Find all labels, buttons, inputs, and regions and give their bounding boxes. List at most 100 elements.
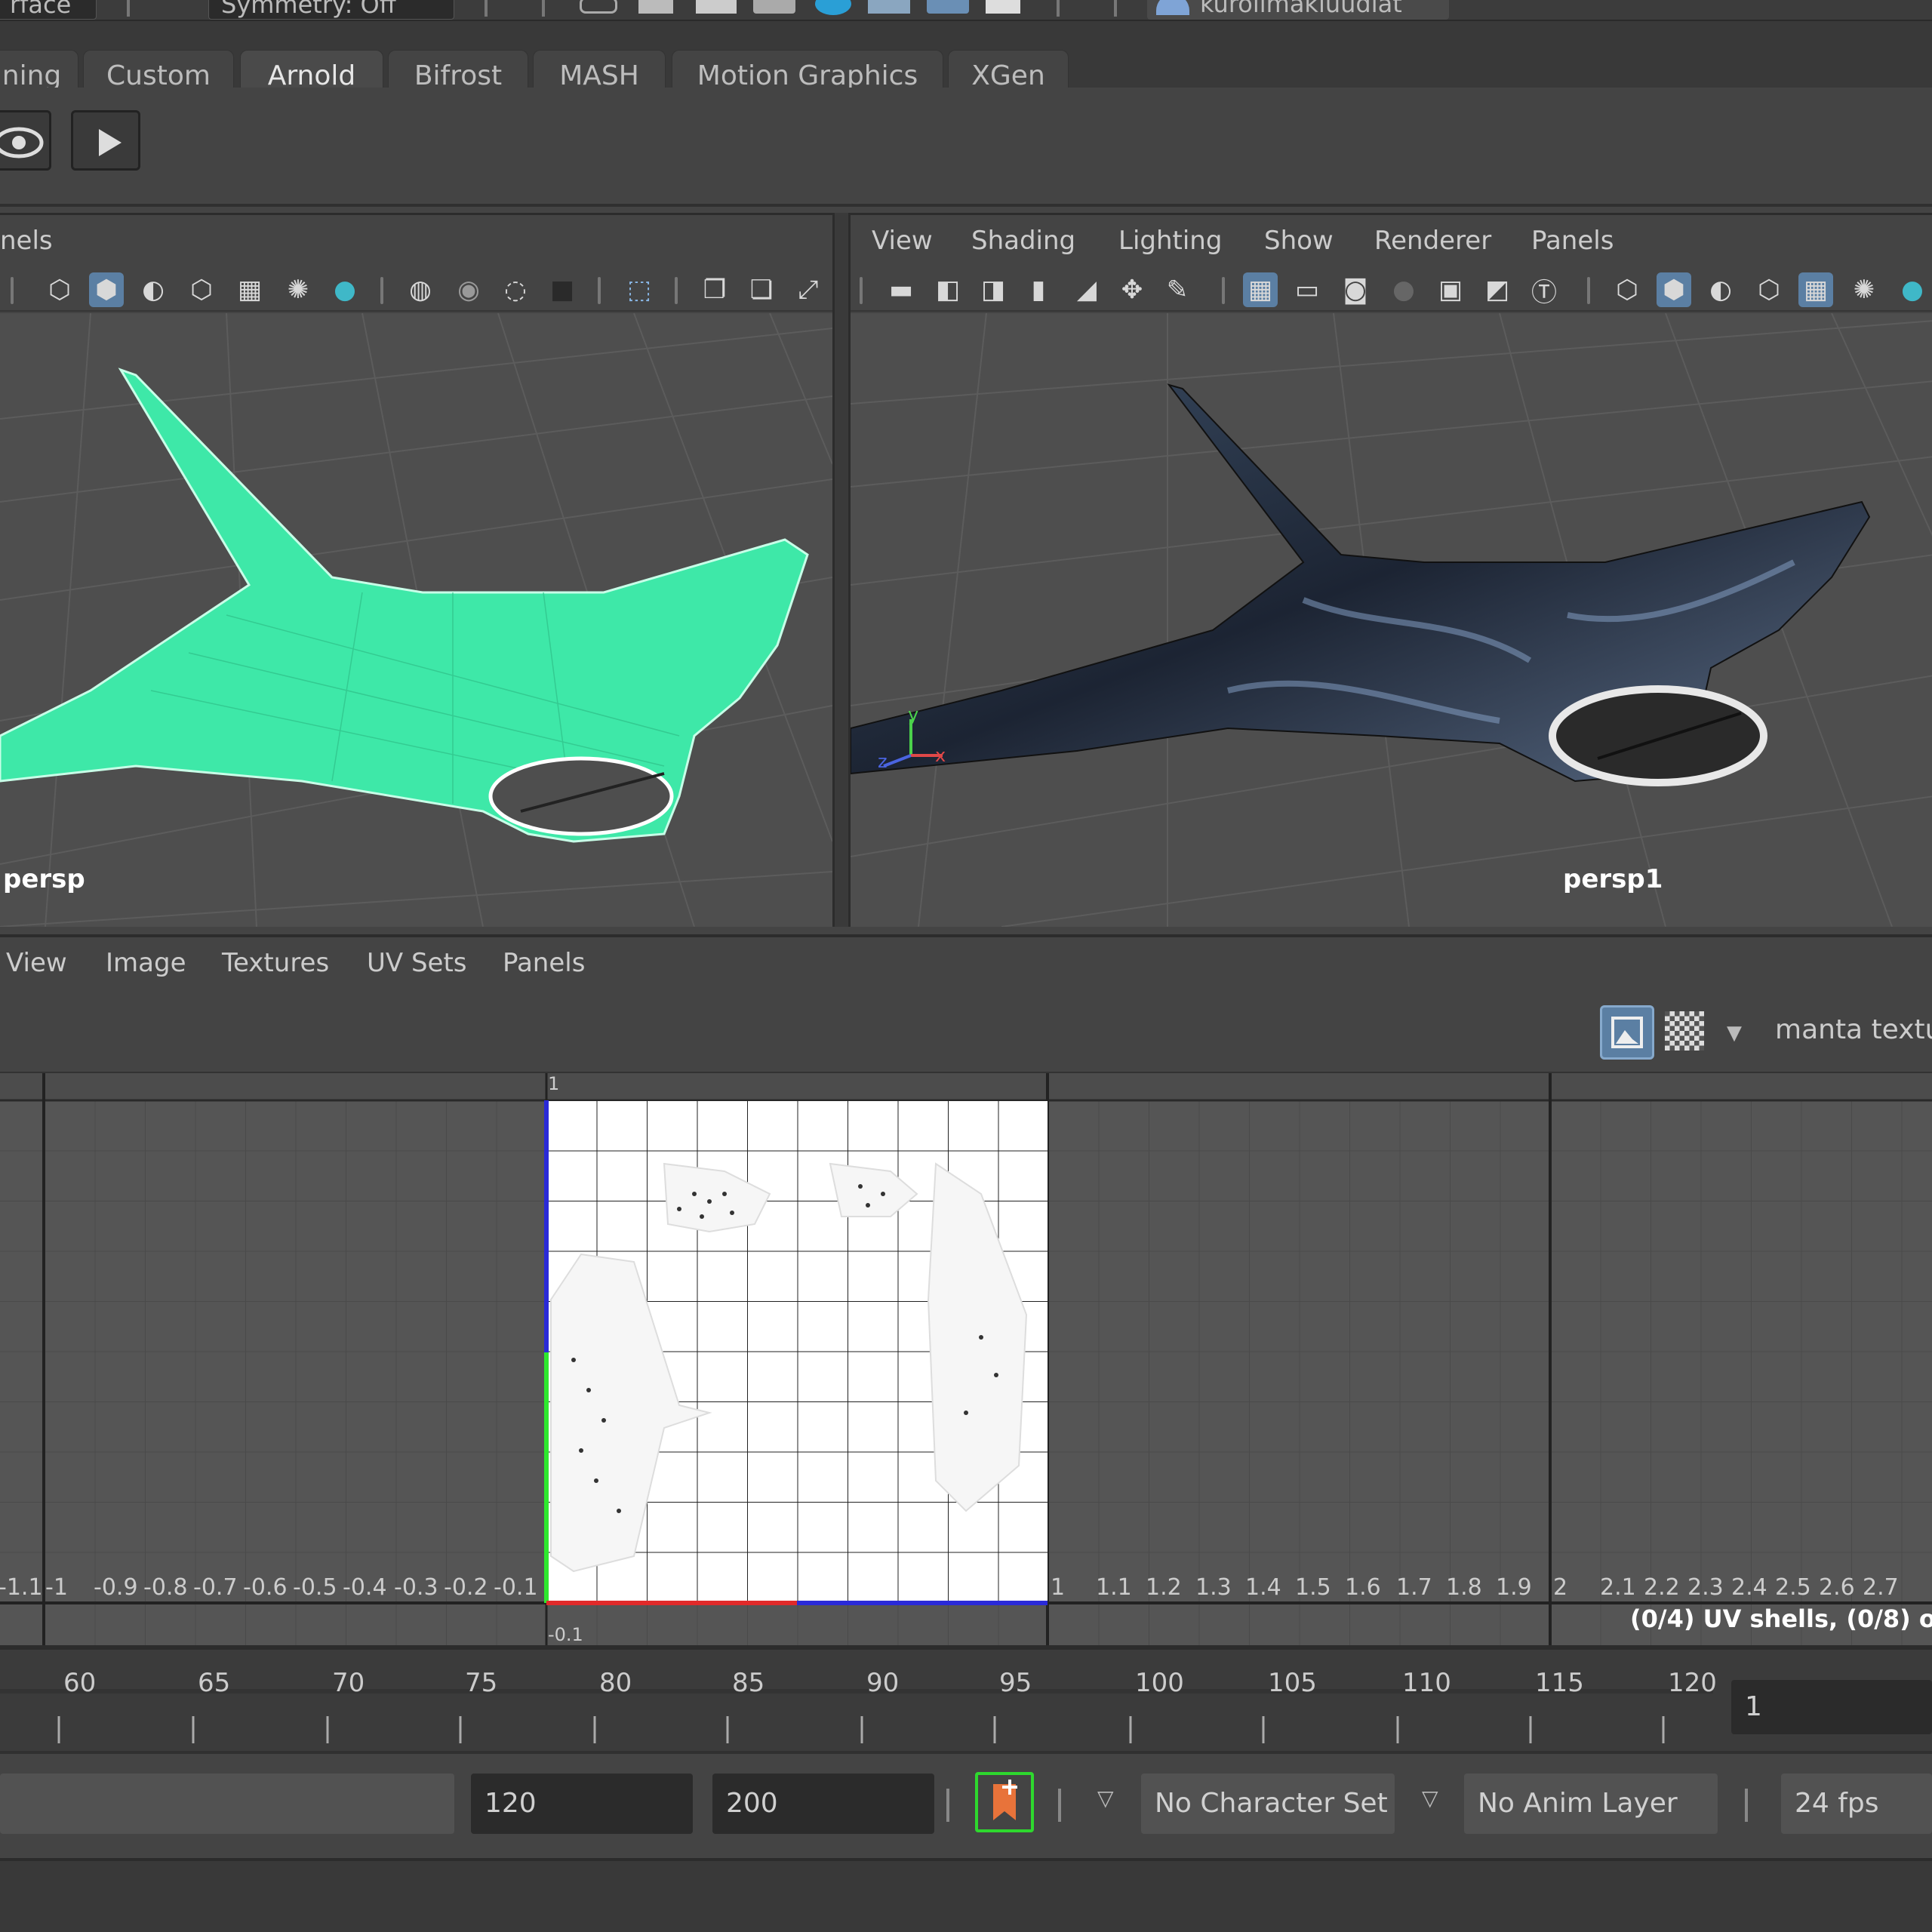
timeline-track xyxy=(0,1689,1713,1694)
chevron-down-icon[interactable]: ▽ xyxy=(1097,1786,1114,1810)
menu-lighting[interactable]: Lighting xyxy=(1118,226,1222,256)
frame-tick: 85 xyxy=(732,1668,765,1698)
wireframe-icon[interactable]: ⬡ xyxy=(42,272,77,307)
hypershade-icon[interactable] xyxy=(815,0,851,15)
two-d-pan-icon[interactable]: ✥ xyxy=(1115,272,1149,307)
depth-of-field-icon[interactable]: ■ xyxy=(545,272,580,307)
range-slider-bar[interactable] xyxy=(0,1774,454,1834)
bookmark-icon[interactable]: ▮ xyxy=(1021,272,1056,307)
uv-tick: 1.7 xyxy=(1396,1574,1432,1601)
wireframe-on-shaded-icon[interactable]: ⬡ xyxy=(1752,272,1786,307)
camera-lock-icon[interactable]: ◨ xyxy=(976,272,1011,307)
menu-image[interactable]: Image xyxy=(106,948,186,978)
range-slider: 120 200 ▽ No Character Set ▽ No Anim Lay… xyxy=(0,1751,1932,1858)
auto-key-button[interactable] xyxy=(975,1772,1034,1832)
render-view-icon[interactable] xyxy=(580,0,617,14)
render-settings-icon[interactable] xyxy=(753,0,795,14)
right-panel-toolbar: ▬ ◧ ◨ ▮ ◢ ✥ ✎ ▦ ▭ ◙ ● ▣ ◩ Ⓣ ⬡ ⬢ ◐ ⬡ ▦ ✺ … xyxy=(851,266,1932,312)
current-frame-field[interactable]: 1 xyxy=(1731,1680,1932,1734)
image-plane-icon[interactable]: ◢ xyxy=(1069,272,1104,307)
uv-tick: 2.6 xyxy=(1819,1574,1855,1601)
separator xyxy=(485,0,488,17)
menu-panels[interactable]: nels xyxy=(0,226,53,256)
chevron-down-icon[interactable]: ▽ xyxy=(1422,1786,1438,1810)
select-camera-icon[interactable]: ▬ xyxy=(884,272,918,307)
lights-icon[interactable]: ✺ xyxy=(1847,272,1881,307)
anti-aliasing-icon[interactable]: ◌ xyxy=(498,272,533,307)
textured-icon[interactable]: ▦ xyxy=(232,272,267,307)
motion-blur-icon[interactable]: ◉ xyxy=(451,272,486,307)
menu-shading[interactable]: Shading xyxy=(971,226,1075,256)
shadows-icon[interactable]: ● xyxy=(328,272,362,307)
ipr-render-icon[interactable] xyxy=(696,0,737,14)
render-frame-icon[interactable] xyxy=(638,0,673,14)
xray-active-icon[interactable]: ⤢ xyxy=(791,272,826,307)
uv-tick: 2.1 xyxy=(1600,1574,1636,1601)
chevron-down-icon[interactable]: ▼ xyxy=(1727,1022,1742,1044)
textured-icon[interactable]: ▦ xyxy=(1798,272,1833,307)
character-set-dropdown[interactable]: No Character Set xyxy=(1141,1774,1395,1834)
anim-layer-dropdown[interactable]: No Anim Layer xyxy=(1464,1774,1718,1834)
default-material-icon[interactable]: ◐ xyxy=(136,272,171,307)
uv-editor-canvas[interactable]: -1.1 -1 -0.9 -0.8 -0.7 -0.6 -0.5 -0.4 -0… xyxy=(0,1073,1932,1645)
smooth-shade-icon[interactable]: ⬢ xyxy=(89,272,124,307)
playback-end-field[interactable]: 120 xyxy=(471,1774,693,1834)
camera-attributes-icon[interactable]: ◧ xyxy=(931,272,965,307)
default-material-icon[interactable]: ◐ xyxy=(1703,272,1738,307)
pause-viewport-icon[interactable] xyxy=(986,0,1020,14)
uv-tick: 1.3 xyxy=(1195,1574,1232,1601)
user-icon xyxy=(1156,0,1189,15)
fps-dropdown[interactable]: 24 fps xyxy=(1781,1774,1932,1834)
grease-pencil-icon[interactable]: ✎ xyxy=(1160,272,1195,307)
uv-editor-menubar: View Image Textures UV Sets Panels xyxy=(0,934,1932,995)
screen-space-ao-icon[interactable]: ◍ xyxy=(403,272,438,307)
uv-tick: 1 xyxy=(548,1073,560,1094)
left-panel-toolbar: ⬡ ⬢ ◐ ⬡ ▦ ✺ ● ◍ ◉ ◌ ■ ⬚ ❐ ❏ ⤢ xyxy=(0,266,832,312)
menu-renderer[interactable]: Renderer xyxy=(1374,226,1491,256)
menu-panels[interactable]: Panels xyxy=(1531,226,1614,256)
shadows-icon[interactable]: ● xyxy=(1895,272,1930,307)
arnold-render-button[interactable] xyxy=(71,110,140,171)
menu-show[interactable]: Show xyxy=(1264,226,1334,256)
wireframe-icon[interactable]: ⬡ xyxy=(1610,272,1644,307)
xray-joints-icon[interactable]: ❏ xyxy=(744,272,779,307)
camera-label: persp xyxy=(3,864,85,894)
xray-icon[interactable]: ❐ xyxy=(697,272,732,307)
pane-splitter[interactable] xyxy=(835,213,848,927)
grid-icon[interactable]: ▦ xyxy=(1243,272,1278,307)
wireframe-on-shaded-icon[interactable]: ⬡ xyxy=(184,272,219,307)
menu-textures[interactable]: Textures xyxy=(222,948,329,978)
lights-icon[interactable]: ✺ xyxy=(281,272,315,307)
display-image-icon[interactable] xyxy=(1600,1005,1654,1060)
command-line[interactable] xyxy=(0,1858,1932,1932)
checker-tiles-icon[interactable] xyxy=(1665,1011,1704,1051)
smooth-shade-icon[interactable]: ⬢ xyxy=(1657,272,1691,307)
safe-title-icon[interactable]: Ⓣ xyxy=(1527,272,1561,308)
animation-end-field[interactable]: 200 xyxy=(712,1774,934,1834)
light-editor-icon[interactable] xyxy=(927,0,969,14)
arnold-render-view-button[interactable] xyxy=(0,110,51,171)
menu-view[interactable]: View xyxy=(872,226,933,256)
uv-tick: 2.7 xyxy=(1863,1574,1899,1601)
film-gate-icon[interactable]: ▭ xyxy=(1290,272,1324,307)
time-slider[interactable]: 60 65 70 75 80 85 90 95 100 105 110 115 … xyxy=(0,1645,1932,1751)
menu-panels[interactable]: Panels xyxy=(503,948,585,978)
isolate-select-icon[interactable]: ⬚ xyxy=(622,272,657,307)
menu-view[interactable]: View xyxy=(6,948,67,978)
right-viewport[interactable]: y x z persp1 xyxy=(851,313,1932,927)
symmetry-dropdown[interactable]: Symmetry: Off xyxy=(208,0,454,20)
uv-tick: 2.5 xyxy=(1775,1574,1811,1601)
render-setup-icon[interactable] xyxy=(868,0,910,14)
resolution-gate-icon[interactable]: ◙ xyxy=(1338,272,1373,307)
texture-dropdown[interactable]: manta textur xyxy=(1775,1014,1932,1045)
frame-tick: 120 xyxy=(1668,1668,1717,1698)
left-viewport[interactable]: persp xyxy=(0,313,832,927)
safe-action-icon[interactable]: ◩ xyxy=(1480,272,1515,307)
play-icon xyxy=(99,129,122,156)
frame-tick: 70 xyxy=(332,1668,365,1698)
field-chart-icon[interactable]: ▣ xyxy=(1433,272,1468,307)
selection-mode-field[interactable]: rface xyxy=(0,0,97,20)
gate-mask-icon[interactable]: ● xyxy=(1386,272,1421,307)
account-field[interactable]: kurolimakiuudiat xyxy=(1147,0,1449,20)
menu-uv-sets[interactable]: UV Sets xyxy=(367,948,467,978)
